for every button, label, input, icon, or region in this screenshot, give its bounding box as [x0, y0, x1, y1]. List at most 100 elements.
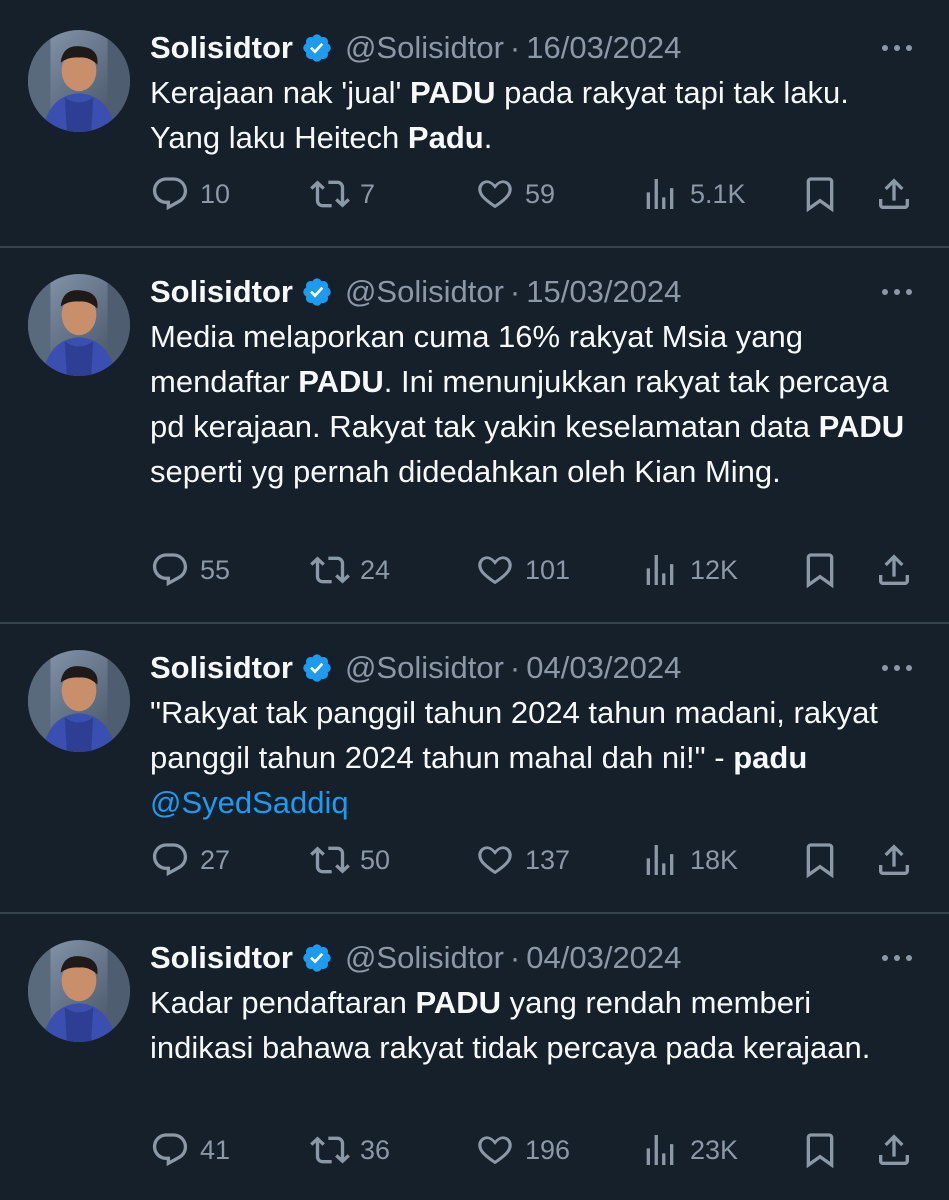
reply-icon	[152, 843, 188, 877]
like-count: 59	[525, 178, 556, 209]
author-handle[interactable]: @Solisidtor	[345, 940, 504, 976]
bookmark-icon	[806, 177, 834, 213]
tweet-date[interactable]: 15/03/2024	[526, 274, 681, 310]
text-segment: Kerajaan nak 'jual'	[150, 75, 411, 110]
author-handle[interactable]: @Solisidtor	[345, 30, 504, 66]
author-handle[interactable]: @Solisidtor	[345, 650, 504, 686]
retweet-button[interactable]: 24	[310, 548, 390, 592]
bookmark-icon	[806, 553, 834, 589]
separator-dot: ·	[509, 30, 521, 65]
author-name[interactable]: Solisidtor	[150, 30, 293, 66]
retweet-button[interactable]: 7	[310, 172, 375, 216]
bold-keyword: PADU	[818, 409, 905, 444]
bookmark-button[interactable]	[800, 1128, 840, 1172]
like-button[interactable]: 137	[475, 838, 570, 882]
like-button[interactable]: 59	[475, 172, 555, 216]
reply-button[interactable]: 27	[150, 838, 230, 882]
like-count: 196	[525, 1134, 571, 1165]
avatar[interactable]	[28, 274, 130, 376]
views-button[interactable]: 23K	[640, 1128, 738, 1172]
tweet-actions: 27 50 137 18K	[150, 838, 930, 882]
retweet-count: 50	[360, 844, 391, 875]
more-icon[interactable]	[879, 948, 915, 968]
author-name[interactable]: Solisidtor	[150, 940, 293, 976]
separator-dot: ·	[509, 274, 521, 309]
more-icon[interactable]	[879, 282, 915, 302]
like-count: 137	[525, 844, 571, 875]
separator-dot: ·	[509, 650, 521, 685]
like-icon	[478, 556, 512, 585]
mention-link[interactable]: @SyedSaddiq	[150, 785, 349, 820]
view-count: 18K	[690, 844, 739, 875]
retweet-icon	[310, 846, 350, 874]
reply-count: 27	[200, 844, 231, 875]
share-button[interactable]	[874, 838, 914, 882]
bookmark-button[interactable]	[800, 838, 840, 882]
verified-badge-icon	[301, 942, 333, 974]
views-button[interactable]: 18K	[640, 838, 738, 882]
tweet-header: Solisidtor @Solisidtor · 15/03/2024	[150, 270, 681, 314]
views-icon	[646, 179, 674, 209]
views-button[interactable]: 12K	[640, 548, 738, 592]
author-handle[interactable]: @Solisidtor	[345, 274, 504, 310]
bookmark-button[interactable]	[800, 172, 840, 216]
tweet-actions: 41 36 196 23K	[150, 1128, 930, 1172]
reply-count: 41	[200, 1134, 231, 1165]
bold-keyword: PADU	[410, 75, 496, 110]
reply-button[interactable]: 55	[150, 548, 230, 592]
separator-dot: ·	[509, 940, 521, 975]
author-name[interactable]: Solisidtor	[150, 274, 293, 310]
reply-button[interactable]: 41	[150, 1128, 230, 1172]
tweet[interactable]: Solisidtor @Solisidtor · 15/03/2024 Medi…	[0, 270, 949, 600]
share-icon	[879, 178, 909, 209]
share-icon	[879, 554, 909, 585]
view-count: 23K	[690, 1134, 739, 1165]
share-button[interactable]	[874, 172, 914, 216]
tweet[interactable]: Solisidtor @Solisidtor · 04/03/2024 Kada…	[0, 936, 949, 1184]
verified-badge-icon	[301, 32, 333, 64]
share-button[interactable]	[874, 1128, 914, 1172]
bold-keyword: PADU	[298, 364, 384, 399]
tweet-text: Media melaporkan cuma 16% rakyat Msia ya…	[150, 314, 910, 494]
reply-icon	[152, 1133, 188, 1167]
retweet-button[interactable]: 50	[310, 838, 390, 882]
text-segment: .	[483, 120, 493, 155]
retweet-icon	[310, 556, 350, 584]
tweet-actions: 55 24 101 12K	[150, 548, 930, 592]
bold-keyword: Padu	[407, 120, 484, 155]
avatar[interactable]	[28, 940, 130, 1042]
like-button[interactable]: 196	[475, 1128, 570, 1172]
reply-button[interactable]: 10	[150, 172, 230, 216]
verified-badge-icon	[301, 652, 333, 684]
tweet-header: Solisidtor @Solisidtor · 04/03/2024	[150, 936, 681, 980]
like-button[interactable]: 101	[475, 548, 570, 592]
avatar[interactable]	[28, 650, 130, 752]
view-count: 5.1K	[690, 178, 746, 209]
avatar[interactable]	[28, 30, 130, 132]
views-button[interactable]: 5.1K	[640, 172, 746, 216]
retweet-button[interactable]: 36	[310, 1128, 390, 1172]
views-icon	[646, 1135, 674, 1165]
author-name[interactable]: Solisidtor	[150, 650, 293, 686]
tweet[interactable]: Solisidtor @Solisidtor · 04/03/2024 "Rak…	[0, 646, 949, 890]
tweet[interactable]: Solisidtor @Solisidtor · 16/03/2024 Kera…	[0, 26, 949, 226]
bookmark-button[interactable]	[800, 548, 840, 592]
tweet-date[interactable]: 16/03/2024	[526, 30, 681, 66]
retweet-count: 24	[360, 554, 391, 585]
bold-keyword: PADU	[415, 985, 501, 1020]
like-icon	[478, 180, 512, 209]
like-icon	[478, 846, 512, 875]
tweet-date[interactable]: 04/03/2024	[526, 940, 681, 976]
timeline: Solisidtor @Solisidtor · 16/03/2024 Kera…	[0, 0, 949, 1200]
more-icon[interactable]	[879, 38, 915, 58]
tweet-date[interactable]: 04/03/2024	[526, 650, 681, 686]
verified-badge-icon	[301, 276, 333, 308]
tweet-text: Kadar pendaftaran PADU yang rendah membe…	[150, 980, 910, 1070]
like-count: 101	[525, 554, 571, 585]
retweet-count: 7	[360, 178, 376, 209]
share-button[interactable]	[874, 548, 914, 592]
more-icon[interactable]	[879, 658, 915, 678]
tweet-actions: 10 7 59 5.1K	[150, 172, 930, 216]
view-count: 12K	[690, 554, 739, 585]
bookmark-icon	[806, 1133, 834, 1169]
